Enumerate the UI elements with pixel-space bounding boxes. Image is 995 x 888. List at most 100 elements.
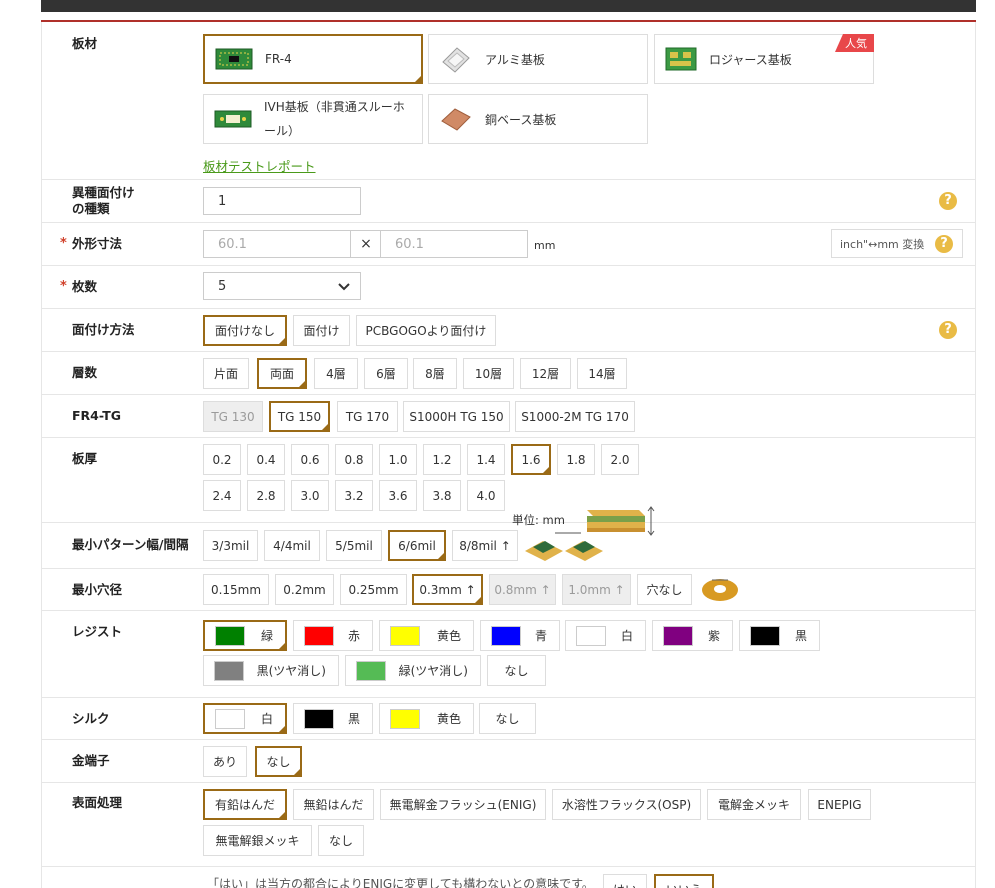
tg-option[interactable]: S1000-2M TG 170 [515,401,635,432]
layer-option[interactable]: 14層 [577,358,627,389]
tg-option[interactable]: TG 170 [337,401,398,432]
finish-option[interactable]: ENEPIG [808,789,871,820]
resist-option-green[interactable]: 緑 [203,620,287,651]
finish-option[interactable]: 水溶性フラックス(OSP) [552,789,701,820]
thickness-option[interactable]: 3.2 [335,480,373,511]
row-quantity: * 枚数 5 [42,266,975,309]
row-material: 板材 FR-4 アルミ基板 ロジャース基板 人気 IVH基板（非貫通スルーホ ー… [42,22,975,180]
thickness-label: 板厚 [72,451,98,466]
convert-label: inch"↔mm 変換 [840,237,925,251]
finish-option[interactable]: 無鉛はんだ [293,789,374,820]
resist-option-matte-black[interactable]: 黒(ツヤ消し) [203,655,339,686]
layer-option[interactable]: 10層 [463,358,514,389]
thickness-option[interactable]: 4.0 [467,480,505,511]
hole-option[interactable]: 穴なし [637,574,692,605]
resist-option-label: 黒(ツヤ消し) [256,664,326,678]
convert-help-icon[interactable]: ? [935,235,953,253]
enig-yes-option[interactable]: はい [603,874,647,888]
thickness-option[interactable]: 2.8 [247,480,285,511]
resist-option-white[interactable]: 白 [565,620,646,651]
panelize-label: 面付け方法 [72,322,135,337]
variety-help-icon[interactable]: ? [939,192,957,210]
silk-option-label: 黒 [347,712,360,726]
hole-option[interactable]: 0.25mm [340,574,407,605]
silk-option-yellow[interactable]: 黄色 [379,703,474,734]
material-fr4[interactable]: FR-4 [203,34,423,84]
trace-option[interactable]: 3/3mil [203,530,258,561]
panelize-help-icon[interactable]: ? [939,321,957,339]
gold-finger-option[interactable]: なし [255,746,302,777]
resist-option-red[interactable]: 赤 [293,620,373,651]
resist-option-blue[interactable]: 青 [480,620,560,651]
panelize-option[interactable]: PCBGOGOより面付け [356,315,496,346]
panelize-option[interactable]: 面付けなし [203,315,287,346]
finish-option[interactable]: 電解金メッキ [707,789,801,820]
thickness-option[interactable]: 3.6 [379,480,417,511]
silk-option-black[interactable]: 黒 [293,703,373,734]
thickness-option[interactable]: 1.0 [379,444,417,475]
thickness-option[interactable]: 2.0 [601,444,639,475]
silk-option-white[interactable]: 白 [203,703,287,734]
silk-option-none[interactable]: なし [479,703,536,734]
thickness-option[interactable]: 0.4 [247,444,285,475]
layer-option[interactable]: 片面 [203,358,249,389]
tg-option[interactable]: S1000H TG 150 [403,401,510,432]
material-ivh[interactable]: IVH基板（非貫通スルーホ ール） [203,94,423,144]
row-panelize: 面付け方法 面付けなし 面付け PCBGOGOより面付け ? [42,309,975,352]
resist-option-black[interactable]: 黒 [739,620,820,651]
trace-option[interactable]: 8/8mil ↑ [452,530,518,561]
tg-option[interactable]: TG 150 [269,401,330,432]
panelize-option[interactable]: 面付け [293,315,350,346]
thickness-option[interactable]: 1.2 [423,444,461,475]
trace-option[interactable]: 5/5mil [326,530,382,561]
color-swatch [750,625,780,646]
width-input[interactable]: 60.1 [203,230,351,258]
finish-option[interactable]: 無電解銀メッキ [203,825,312,856]
hole-option[interactable]: 0.15mm [203,574,269,605]
hole-option[interactable]: 0.3mm ↑ [412,574,483,605]
material-ivh-label-line2: ール） [264,124,301,138]
thickness-option[interactable]: 1.4 [467,444,505,475]
resist-option-none[interactable]: なし [487,655,546,686]
layer-option[interactable]: 6層 [364,358,408,389]
material-fr4-label: FR-4 [265,52,292,66]
quantity-select[interactable]: 5 [203,272,361,300]
thickness-option[interactable]: 3.0 [291,480,329,511]
tg-option[interactable]: TG 130 [203,401,263,432]
thickness-option[interactable]: 3.8 [423,480,461,511]
material-rogers[interactable]: ロジャース基板 人気 [654,34,874,84]
variety-label-line2: の種類 [72,201,110,216]
gold-finger-option[interactable]: あり [203,746,247,777]
trace-option[interactable]: 4/4mil [264,530,320,561]
material-aluminum[interactable]: アルミ基板 [428,34,648,84]
thickness-option[interactable]: 0.8 [335,444,373,475]
finish-option[interactable]: 無電解金フラッシュ(ENIG) [380,789,546,820]
enig-no-option[interactable]: いいえ [654,874,714,888]
thickness-option[interactable]: 2.4 [203,480,241,511]
row-size: * 外形寸法 60.1 × 60.1 mm inch"↔mm 変換 ? [42,223,975,266]
layer-option[interactable]: 4層 [314,358,358,389]
trace-option[interactable]: 6/6mil [388,530,446,561]
quantity-label: 枚数 [72,279,98,294]
hole-option[interactable]: 0.2mm [275,574,334,605]
thickness-option[interactable]: 0.2 [203,444,241,475]
thickness-option[interactable]: 1.8 [557,444,595,475]
finish-option[interactable]: 有鉛はんだ [203,789,287,820]
finish-option[interactable]: なし [318,825,364,856]
variety-input[interactable]: 1 [203,187,361,215]
layer-option[interactable]: 両面 [257,358,307,389]
material-aluminum-label: アルミ基板 [485,52,545,67]
thickness-option[interactable]: 1.6 [511,444,551,475]
resist-option-matte-green[interactable]: 緑(ツヤ消し) [345,655,481,686]
material-test-report-link[interactable]: 板材テストレポート [203,156,316,175]
layer-option[interactable]: 12層 [520,358,571,389]
resist-option-purple[interactable]: 紫 [652,620,733,651]
layer-option[interactable]: 8層 [413,358,457,389]
resist-option-yellow[interactable]: 黄色 [379,620,474,651]
material-copper[interactable]: 銅ベース基板 [428,94,648,144]
hole-option[interactable]: 1.0mm ↑ [562,574,631,605]
size-unit: mm [534,239,556,252]
thickness-option[interactable]: 0.6 [291,444,329,475]
height-input[interactable]: 60.1 [380,230,528,258]
hole-option[interactable]: 0.8mm ↑ [489,574,556,605]
